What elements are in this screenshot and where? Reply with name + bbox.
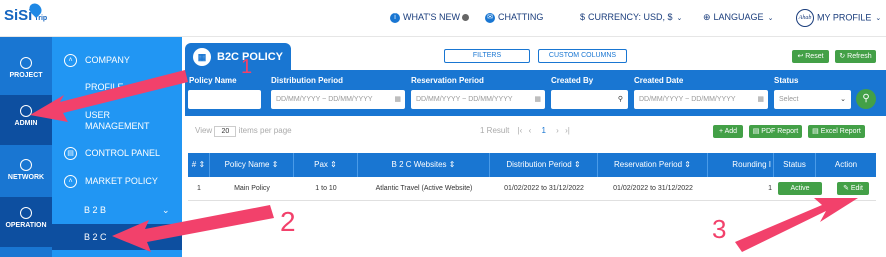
annotation-arrow-3: [735, 198, 858, 252]
annotation-number-3: 3: [712, 214, 727, 244]
annotation-arrows: [30, 70, 858, 252]
annotation-arrow-1: [30, 70, 188, 122]
annotation-number-2: 2: [280, 206, 296, 237]
annotation-arrow-2: [112, 205, 274, 252]
annotation-number-1: 1: [241, 56, 253, 78]
